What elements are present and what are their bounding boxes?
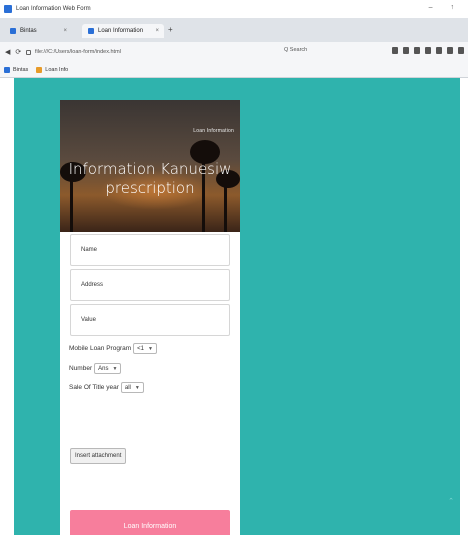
number-label: Number	[69, 365, 93, 372]
form-card: Loan Information Information Kanuesiw pr…	[60, 100, 240, 535]
loan-program-label: Mobile Loan Program	[69, 345, 132, 352]
chevron-down-icon: ▼	[134, 384, 140, 391]
number-select[interactable]: Ans ▼	[94, 363, 122, 374]
title-year-value: all	[124, 384, 131, 391]
hero-headline: Information Kanuesiw prescription	[68, 160, 232, 197]
address-field[interactable]: Address	[70, 269, 230, 301]
extension-icon[interactable]	[392, 47, 398, 54]
bookmark-favicon-icon	[4, 66, 10, 73]
number-value: Ans	[98, 365, 109, 372]
bookmarks-bar: Bintas Loan Info	[0, 62, 468, 78]
tab-label: Bintas	[20, 28, 37, 34]
bookmark-item[interactable]: Bintas	[4, 66, 29, 73]
title-year-select[interactable]: all ▼	[120, 382, 144, 393]
window-controls[interactable]: – ↑	[429, 4, 462, 11]
tab-strip: Bintas × Loan Information ×	[0, 18, 468, 42]
menu-icon[interactable]	[458, 47, 464, 54]
collections-icon[interactable]	[436, 47, 442, 54]
title-year-label: Sale Of Title year	[69, 384, 119, 391]
tab-active[interactable]: Loan Information ×	[82, 24, 164, 38]
reload-icon[interactable]: ⟳	[15, 48, 21, 56]
extension-icon[interactable]	[403, 47, 409, 54]
browser-app-icon	[4, 5, 12, 13]
address-url: file:///C:/Users/loan-form/index.html	[35, 49, 121, 55]
bookmark-item[interactable]: Loan Info	[36, 66, 69, 73]
toolbar-icons	[392, 47, 464, 54]
chevron-down-icon: ▼	[112, 365, 118, 372]
hero-badge: Loan Information	[193, 128, 234, 134]
name-field[interactable]: Name	[70, 234, 230, 266]
navigation-bar: ◀ ⟳ file:///C:/Users/loan-form/index.htm…	[0, 42, 468, 62]
tab-favicon-icon	[88, 28, 94, 34]
attachment-button[interactable]: Insert attachment	[70, 448, 127, 464]
new-tab-button[interactable]: +	[168, 25, 173, 34]
tab-close-icon[interactable]: ×	[63, 28, 67, 34]
search-field[interactable]: Q Search	[284, 47, 307, 53]
number-row: Number Ans ▼	[69, 363, 122, 374]
window-titlebar: Loan Information Web Form – ↑	[0, 0, 468, 18]
page-viewport: Loan Information Information Kanuesiw pr…	[14, 78, 460, 535]
back-icon[interactable]: ◀	[5, 48, 10, 56]
file-icon	[26, 49, 31, 55]
chevron-down-icon: ▼	[148, 345, 153, 352]
value-field[interactable]: Value	[70, 304, 230, 336]
hero-banner: Loan Information Information Kanuesiw pr…	[60, 100, 240, 232]
tab-inactive[interactable]: Bintas ×	[4, 24, 72, 38]
profile-icon[interactable]	[447, 47, 453, 54]
favorites-icon[interactable]	[425, 47, 431, 54]
tab-close-icon[interactable]: ×	[155, 28, 159, 34]
bookmark-favicon-icon	[36, 66, 43, 73]
bookmark-label: Loan Info	[45, 66, 69, 73]
title-year-row: Sale Of Title year all ▼	[69, 382, 144, 393]
address-bar[interactable]: file:///C:/Users/loan-form/index.html	[26, 46, 276, 58]
tab-label: Loan Information	[98, 28, 144, 34]
tab-favicon-icon	[10, 28, 16, 34]
submit-button[interactable]: Loan Information	[70, 510, 230, 535]
bookmark-label: Bintas	[13, 66, 29, 73]
loan-program-row: Mobile Loan Program <1 ▼	[69, 343, 157, 354]
loan-program-value: <1	[137, 345, 144, 352]
scroll-up-icon[interactable]: ⌃	[448, 497, 454, 505]
window-title: Loan Information Web Form	[16, 6, 91, 12]
bookmark-icon[interactable]	[414, 47, 420, 54]
loan-program-select[interactable]: <1 ▼	[133, 343, 157, 354]
